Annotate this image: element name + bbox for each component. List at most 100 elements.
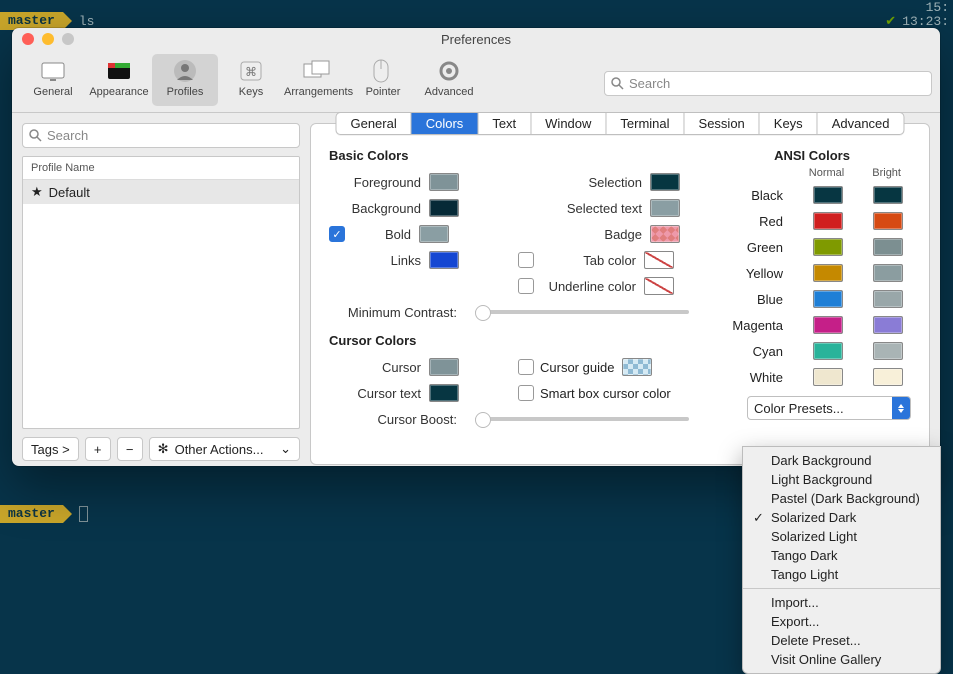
- cursor-guide-swatch[interactable]: [622, 358, 652, 376]
- window-title: Preferences: [12, 32, 940, 47]
- tab-terminal[interactable]: Terminal: [606, 113, 684, 134]
- preset-action[interactable]: Delete Preset...: [743, 631, 940, 650]
- toolbar-item-general[interactable]: General: [20, 54, 86, 106]
- tags-button[interactable]: Tags >: [22, 437, 79, 461]
- ansi-normal-swatch[interactable]: [813, 186, 843, 204]
- background-swatch[interactable]: [429, 199, 459, 217]
- toolbar-item-advanced[interactable]: Advanced: [416, 54, 482, 106]
- tab-color-swatch[interactable]: [644, 251, 674, 269]
- toolbar-item-arrangements[interactable]: Arrangements: [284, 54, 350, 106]
- ansi-label: Red: [713, 214, 783, 229]
- links-swatch[interactable]: [429, 251, 459, 269]
- ansi-normal-swatch[interactable]: [813, 212, 843, 230]
- selection-swatch[interactable]: [650, 173, 680, 191]
- preset-action[interactable]: Visit Online Gallery: [743, 650, 940, 669]
- ansi-normal-swatch[interactable]: [813, 342, 843, 360]
- ansi-row: Green: [713, 234, 911, 260]
- tab-session[interactable]: Session: [685, 113, 760, 134]
- arrangements-icon: [301, 58, 333, 84]
- ansi-bright-swatch[interactable]: [873, 212, 903, 230]
- cursor-boost-slider[interactable]: [475, 417, 689, 421]
- cursor-text-label: Cursor text: [329, 386, 421, 401]
- ansi-normal-swatch[interactable]: [813, 290, 843, 308]
- basic-colors-title: Basic Colors: [329, 148, 689, 163]
- ansi-row: Blue: [713, 286, 911, 312]
- add-profile-button[interactable]: +: [85, 437, 111, 461]
- ansi-row: White: [713, 364, 911, 390]
- ansi-normal-swatch[interactable]: [813, 316, 843, 334]
- profile-search-input[interactable]: Search: [22, 123, 300, 148]
- ansi-colors-title: ANSI Colors: [713, 148, 911, 163]
- titlebar: Preferences: [12, 28, 940, 50]
- tab-color-checkbox[interactable]: [518, 252, 534, 268]
- tab-advanced[interactable]: Advanced: [818, 113, 904, 134]
- preset-item[interactable]: Solarized Dark: [743, 508, 940, 527]
- smart-box-label: Smart box cursor color: [540, 386, 671, 401]
- star-icon: ★: [31, 184, 43, 200]
- ansi-bright-swatch[interactable]: [873, 264, 903, 282]
- smart-box-checkbox[interactable]: [518, 385, 534, 401]
- profile-tabs-panel: General Colors Text Window Terminal Sess…: [310, 123, 930, 465]
- preset-item[interactable]: Solarized Light: [743, 527, 940, 546]
- menu-separator: [743, 588, 940, 589]
- preset-item[interactable]: Tango Light: [743, 565, 940, 584]
- underline-color-swatch[interactable]: [644, 277, 674, 295]
- foreground-swatch[interactable]: [429, 173, 459, 191]
- underline-color-label: Underline color: [540, 279, 636, 294]
- terminal-time: ✔13:23:: [885, 14, 949, 29]
- ansi-normal-swatch[interactable]: [813, 238, 843, 256]
- chevron-down-icon: ⌄: [280, 441, 291, 457]
- ansi-normal-swatch[interactable]: [813, 368, 843, 386]
- color-presets-select[interactable]: Color Presets...: [747, 396, 911, 420]
- ansi-label: Black: [713, 188, 783, 203]
- ansi-bright-swatch[interactable]: [873, 290, 903, 308]
- cursor-text-swatch[interactable]: [429, 384, 459, 402]
- preset-action[interactable]: Export...: [743, 612, 940, 631]
- other-actions-select[interactable]: ✻ Other Actions... ⌄: [149, 437, 300, 461]
- svg-text:⌘: ⌘: [245, 65, 257, 79]
- tab-colors[interactable]: Colors: [412, 113, 479, 134]
- ansi-normal-swatch[interactable]: [813, 264, 843, 282]
- ansi-bright-swatch[interactable]: [873, 316, 903, 334]
- tab-text[interactable]: Text: [478, 113, 531, 134]
- cursor-guide-checkbox[interactable]: [518, 359, 534, 375]
- toolbar-item-appearance[interactable]: Appearance: [86, 54, 152, 106]
- bold-swatch[interactable]: [419, 225, 449, 243]
- cursor-label: Cursor: [329, 360, 421, 375]
- min-contrast-slider[interactable]: [475, 310, 689, 314]
- profile-list[interactable]: Profile Name ★ Default: [22, 156, 300, 429]
- preset-item[interactable]: Tango Dark: [743, 546, 940, 565]
- badge-swatch[interactable]: [650, 225, 680, 243]
- preset-item[interactable]: Pastel (Dark Background): [743, 489, 940, 508]
- bold-checkbox[interactable]: ✓: [329, 226, 345, 242]
- underline-color-checkbox[interactable]: [518, 278, 534, 294]
- cursor-swatch[interactable]: [429, 358, 459, 376]
- preset-action[interactable]: Import...: [743, 593, 940, 612]
- profile-row[interactable]: ★ Default: [23, 180, 299, 204]
- preset-item[interactable]: Light Background: [743, 470, 940, 489]
- profile-name: Default: [49, 185, 90, 200]
- git-branch-badge: master: [0, 505, 63, 523]
- toolbar-item-keys[interactable]: ⌘ Keys: [218, 54, 284, 106]
- ansi-bright-swatch[interactable]: [873, 186, 903, 204]
- cursor-boost-label: Cursor Boost:: [329, 412, 457, 427]
- gear-icon: ✻: [158, 441, 169, 457]
- search-icon: [611, 77, 624, 90]
- ansi-bright-swatch[interactable]: [873, 368, 903, 386]
- toolbar-search-input[interactable]: Search: [604, 71, 932, 96]
- color-presets-dropdown: Dark BackgroundLight BackgroundPastel (D…: [742, 446, 941, 674]
- ansi-bright-swatch[interactable]: [873, 342, 903, 360]
- preset-item[interactable]: Dark Background: [743, 451, 940, 470]
- cursor-guide-label: Cursor guide: [540, 360, 614, 375]
- ansi-label: Blue: [713, 292, 783, 307]
- ansi-bright-swatch[interactable]: [873, 238, 903, 256]
- toolbar-item-profiles[interactable]: Profiles: [152, 54, 218, 106]
- tab-general[interactable]: General: [336, 113, 411, 134]
- tab-keys[interactable]: Keys: [760, 113, 818, 134]
- selected-text-swatch[interactable]: [650, 199, 680, 217]
- remove-profile-button[interactable]: −: [117, 437, 143, 461]
- terminal-time: 15:: [926, 0, 949, 15]
- tab-window[interactable]: Window: [531, 113, 606, 134]
- profiles-icon: [169, 58, 201, 84]
- toolbar-item-pointer[interactable]: Pointer: [350, 54, 416, 106]
